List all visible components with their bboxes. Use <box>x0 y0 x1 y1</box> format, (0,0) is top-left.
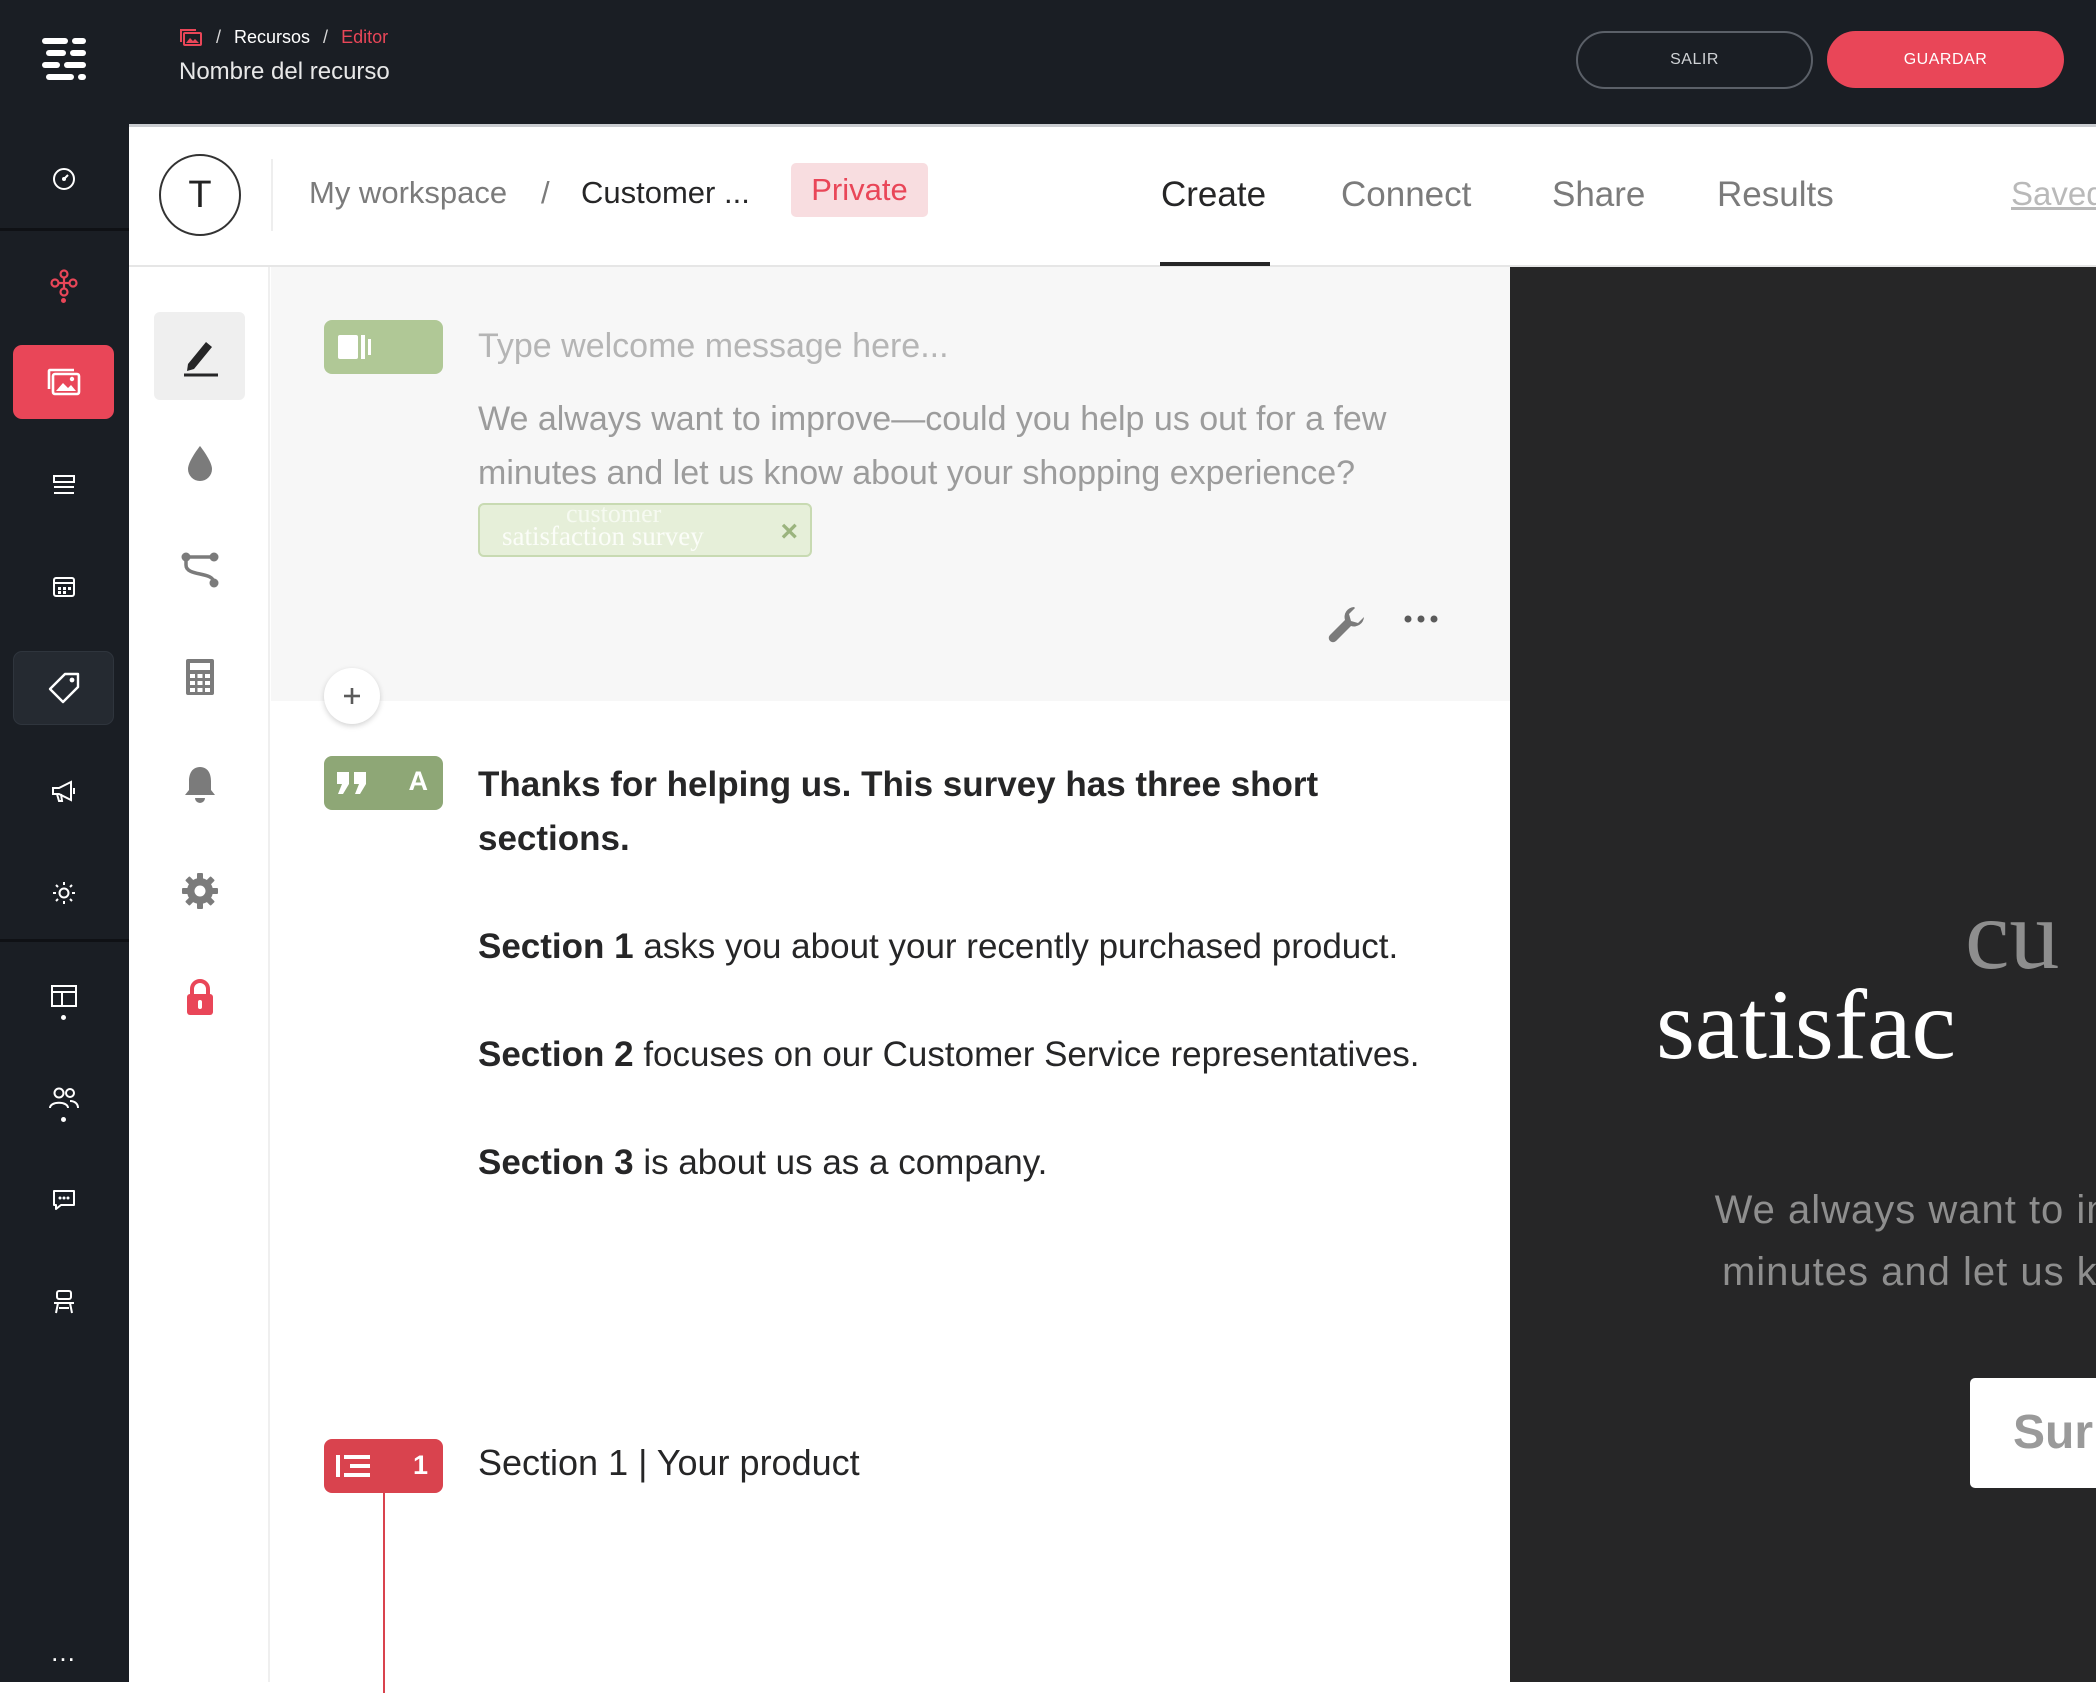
resource-name: Nombre del recurso <box>179 58 390 85</box>
question-group-title[interactable]: Section 1 | Your product <box>478 1442 860 1484</box>
header-divider <box>271 159 273 231</box>
preview-pane: cu satisfac We always want to impro minu… <box>1510 267 2096 1682</box>
logic-icon[interactable] <box>154 526 245 614</box>
droplet-icon[interactable] <box>154 419 245 507</box>
breadcrumb-separator: / <box>323 26 329 47</box>
users-icon[interactable] <box>13 1061 114 1135</box>
exit-button[interactable]: SALIR <box>1576 31 1813 89</box>
more-options-icon[interactable] <box>1404 611 1438 629</box>
menu-icon[interactable] <box>13 22 114 96</box>
lock-icon[interactable] <box>154 954 245 1042</box>
tab-connect[interactable]: Connect <box>1341 175 1471 215</box>
editor-canvas: Type welcome message here... We always w… <box>271 267 1510 1693</box>
workspace-link[interactable]: My workspace <box>309 175 507 211</box>
seat-icon[interactable] <box>13 1265 114 1339</box>
save-button[interactable]: GUARDAR <box>1827 31 2064 88</box>
statement-badge[interactable]: A <box>324 756 443 810</box>
statement-section-3: Section 3 is about us as a company. <box>478 1143 1048 1182</box>
breadcrumb-recursos[interactable]: Recursos <box>234 27 310 48</box>
welcome-image-chip[interactable]: customer satisfaction survey × <box>478 503 812 557</box>
preview-button-label: Sur <box>2013 1406 2094 1459</box>
brightness-icon[interactable] <box>13 856 114 930</box>
breadcrumb-separator: / <box>216 26 222 47</box>
chip-image-text: satisfaction survey <box>502 521 704 551</box>
close-icon[interactable]: × <box>780 515 798 549</box>
welcome-screen-badge[interactable] <box>324 320 443 374</box>
tag-icon[interactable] <box>13 651 114 725</box>
statement-section-2: Section 2 focuses on our Customer Servic… <box>478 1035 1420 1074</box>
tab-results[interactable]: Results <box>1717 175 1834 215</box>
workspace-logo[interactable]: T <box>159 154 241 236</box>
question-group-connector <box>383 1493 385 1693</box>
top-bar: / Recursos / Editor Nombre del recurso S… <box>129 0 2096 124</box>
list-icon[interactable] <box>13 448 114 522</box>
pen-icon[interactable] <box>154 312 245 400</box>
breadcrumb-editor: Editor <box>341 26 389 47</box>
preview-title-line2: satisfac <box>1656 969 1956 1080</box>
question-group-number: 1 <box>412 1450 428 1480</box>
statement-letter: A <box>408 766 429 796</box>
tab-share[interactable]: Share <box>1552 175 1645 215</box>
calculator-icon[interactable] <box>154 633 245 721</box>
integrations-icon[interactable] <box>13 246 114 320</box>
preview-start-button[interactable]: Sur <box>1970 1378 2096 1488</box>
tab-create[interactable]: Create <box>1161 175 1266 215</box>
dashboard-icon[interactable] <box>13 142 114 216</box>
media-crumb-icon[interactable] <box>179 28 203 46</box>
welcome-description[interactable]: We always want to improve—could you help… <box>478 392 1468 500</box>
breadcrumb-separator: / <box>541 175 550 210</box>
calendar-icon[interactable] <box>13 550 114 624</box>
app-header: T My workspace / Customer ... Private Cr… <box>129 127 2096 267</box>
media-icon[interactable] <box>13 345 114 419</box>
statement-section-1: Section 1 asks you about your recently p… <box>478 927 1399 966</box>
wrench-icon[interactable] <box>1326 603 1368 650</box>
welcome-message-input[interactable]: Type welcome message here... <box>478 327 949 366</box>
preview-description-line1: We always want to impro <box>1714 1188 2096 1232</box>
preview-description-line2: minutes and let us know <box>1721 1250 2096 1294</box>
breadcrumb: / Recursos / Editor <box>179 25 388 49</box>
more-icon[interactable]: ... <box>13 1615 114 1689</box>
left-rail: ... <box>0 0 129 1682</box>
active-tab-indicator <box>1160 262 1270 266</box>
add-block-button[interactable] <box>324 668 380 724</box>
form-name[interactable]: Customer ... <box>581 175 750 211</box>
preview-title-line1: cu <box>1965 879 2060 990</box>
bell-icon[interactable] <box>154 740 245 828</box>
layout-icon[interactable] <box>13 959 114 1033</box>
gear-icon[interactable] <box>154 847 245 935</box>
statement-lead: Thanks for helping us. This survey has t… <box>478 765 1319 858</box>
preview-description: We always want to impro minutes and let … <box>1598 1179 2096 1303</box>
chat-icon[interactable] <box>13 1163 114 1237</box>
welcome-screen-block[interactable]: Type welcome message here... We always w… <box>271 267 1510 701</box>
megaphone-icon[interactable] <box>13 754 114 828</box>
privacy-badge[interactable]: Private <box>791 163 928 217</box>
saved-status[interactable]: Saved <box>2011 175 2096 213</box>
statement-content[interactable]: Thanks for helping us. This survey has t… <box>478 758 1478 1244</box>
tools-column <box>129 267 270 1682</box>
question-group-badge[interactable]: 1 <box>324 1439 443 1493</box>
